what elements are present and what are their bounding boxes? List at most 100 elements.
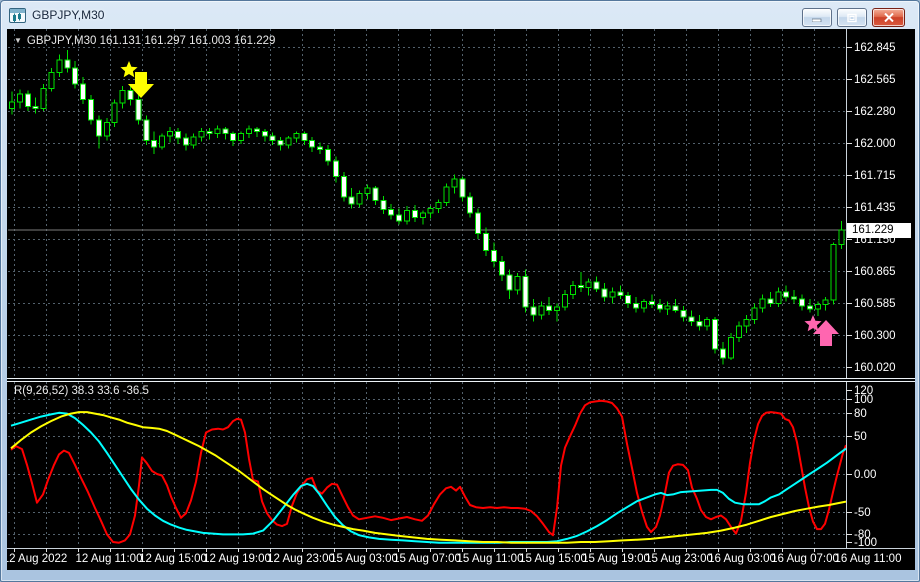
candle	[317, 146, 324, 151]
indicator-label-text: R(9,26,52) 38.3 33.6 -36.5	[14, 385, 149, 397]
candle	[277, 139, 284, 146]
candle	[735, 325, 742, 339]
candle	[506, 274, 513, 291]
candle	[830, 244, 837, 301]
candle	[111, 102, 118, 123]
candle	[688, 316, 695, 323]
time-axis-label: 12 Aug 2022	[7, 553, 67, 565]
candle	[127, 90, 134, 101]
candle	[451, 178, 458, 188]
titlebar[interactable]: GBPJPY,M30	[1, 1, 919, 29]
candle	[727, 337, 734, 359]
candle	[261, 130, 268, 137]
candle	[467, 196, 474, 214]
chart-canvas[interactable]: 162.845 162.565 162.280 162.000 161.715 161.4…	[7, 29, 915, 570]
candle	[119, 90, 126, 104]
candle	[609, 291, 616, 298]
price-axis-label: 162.565	[854, 74, 896, 86]
price-axis-label: 161.435	[854, 202, 896, 214]
close-icon	[883, 13, 894, 22]
chart-icon	[9, 7, 26, 23]
time-axis-label: 16 Aug 03:00	[708, 553, 776, 565]
candle	[751, 307, 758, 320]
window-title: GBPJPY,M30	[32, 8, 105, 22]
symbol-label: ▼ GBPJPY,M30 161.131 161.297 161.003 161…	[14, 35, 275, 47]
indicator-axis-label: 50	[854, 431, 867, 443]
candle	[514, 275, 521, 291]
candle	[562, 293, 568, 308]
window-controls	[802, 8, 905, 27]
candle	[656, 304, 663, 310]
time-axis[interactable]: 12 Aug 2022 12 Aug 11:0012 Aug 15:0012 Au…	[7, 553, 901, 565]
time-axis-label: 16 Aug 11:00	[835, 553, 902, 565]
candle	[743, 318, 750, 327]
time-axis-label: 12 Aug 19:00	[203, 553, 271, 565]
candle	[569, 284, 576, 295]
chart-client: 162.845 162.565 162.280 162.000 161.715 161.4…	[7, 29, 915, 570]
candle	[427, 207, 434, 214]
candle	[40, 87, 47, 110]
indicator-axis-label: 80	[854, 408, 867, 420]
current-price-tag: 161.229	[847, 223, 911, 238]
candle	[206, 130, 213, 135]
candle	[712, 318, 719, 350]
candle	[269, 135, 276, 141]
candle	[720, 348, 726, 359]
candle	[593, 281, 600, 290]
candle	[190, 136, 197, 146]
candle	[293, 133, 300, 139]
candle	[24, 93, 31, 107]
candle	[404, 210, 410, 222]
candle	[838, 229, 845, 246]
candle	[806, 305, 813, 310]
candle	[799, 298, 805, 307]
time-axis-label: 15 Aug 03:00	[330, 553, 398, 565]
candle	[222, 128, 229, 135]
candle	[664, 305, 671, 310]
candle	[498, 261, 505, 276]
candle	[301, 133, 308, 141]
candle	[238, 133, 245, 141]
candle	[214, 128, 221, 135]
candle	[530, 306, 537, 316]
restore-button[interactable]	[837, 8, 867, 27]
candle	[388, 209, 395, 216]
symbol-label-text: GBPJPY,M30 161.131 161.297 161.003 161.2…	[26, 35, 276, 47]
candle	[325, 149, 331, 162]
candle	[577, 284, 584, 289]
candle	[56, 59, 63, 73]
restore-icon	[846, 13, 857, 22]
candle	[143, 119, 150, 141]
candle	[340, 176, 347, 198]
candle	[680, 309, 687, 318]
candle	[253, 128, 260, 132]
indicator-label: R(9,26,52) 38.3 33.6 -36.5	[14, 385, 149, 397]
candle	[309, 139, 316, 148]
candle	[791, 296, 798, 300]
candle	[419, 212, 426, 218]
candle	[135, 99, 142, 121]
time-axis-label: 12 Aug 15:00	[139, 553, 207, 565]
candle	[822, 299, 829, 306]
chart-dropdown-arrow-icon: ▼	[14, 36, 22, 45]
candle	[783, 291, 790, 298]
minimize-button[interactable]	[802, 8, 832, 27]
window-separator[interactable]	[7, 378, 915, 382]
time-axis-label: 15 Aug 11:00	[457, 553, 524, 565]
candle	[174, 130, 181, 139]
time-axis-label: 15 Aug 15:00	[519, 553, 587, 565]
candle	[167, 130, 173, 137]
time-axis-label: 12 Aug 11:00	[76, 553, 143, 565]
candle	[348, 196, 355, 205]
candle	[48, 71, 55, 89]
close-button[interactable]	[872, 8, 905, 27]
candle	[182, 137, 189, 146]
candle	[372, 187, 379, 201]
candle	[672, 305, 679, 311]
price-axis-label: 160.865	[854, 266, 896, 278]
candle	[285, 137, 292, 146]
candle	[641, 300, 647, 309]
candle	[95, 119, 102, 137]
candle	[617, 291, 624, 297]
candle	[775, 291, 782, 305]
